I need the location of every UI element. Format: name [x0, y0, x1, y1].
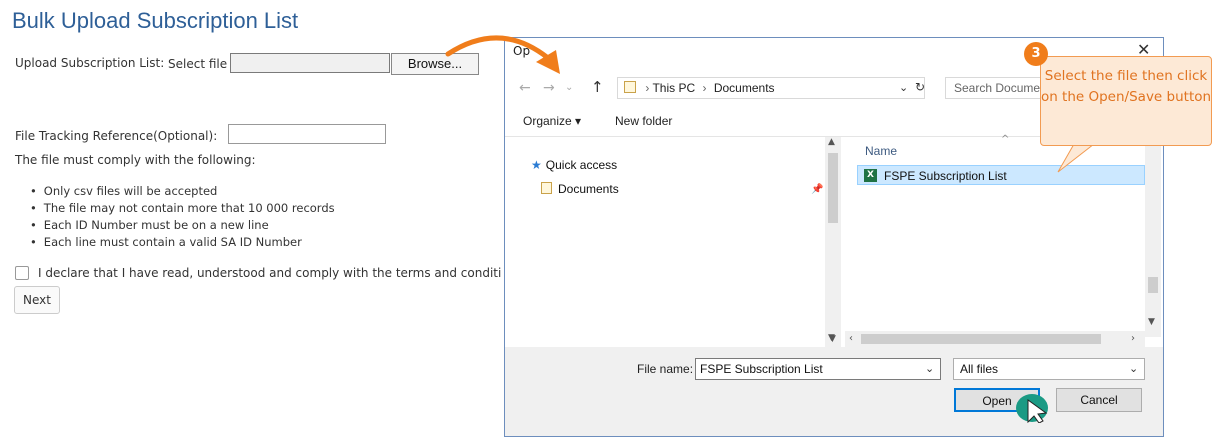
step-badge: 3: [1024, 42, 1048, 66]
callout-tail: [1057, 143, 1096, 173]
callout-text: Select the file then click on the Open/S…: [1040, 68, 1212, 105]
orange-arrow: [445, 35, 551, 61]
